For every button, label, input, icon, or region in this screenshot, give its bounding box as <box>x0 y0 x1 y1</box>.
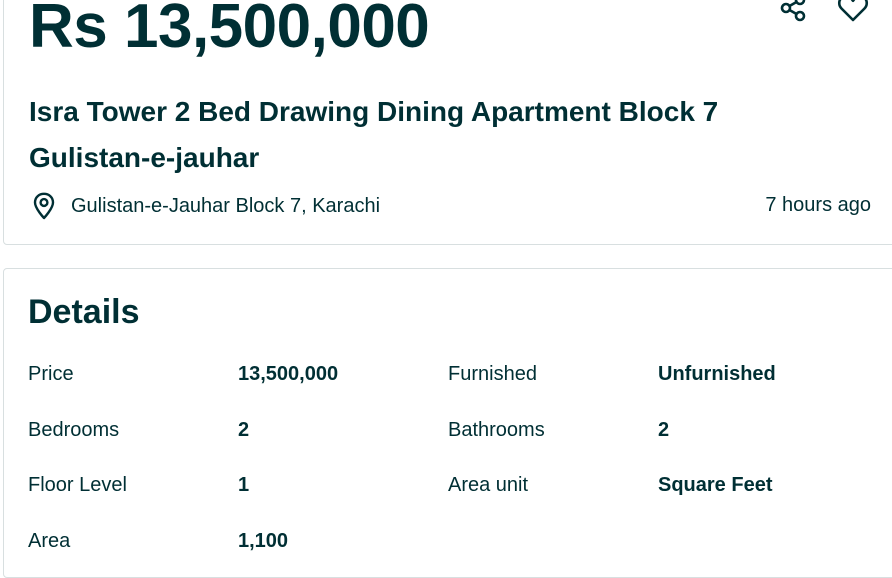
detail-label-area: Area <box>28 530 71 552</box>
details-row: Area 1,100 <box>4 526 892 556</box>
detail-value-bathrooms: 2 <box>658 419 670 441</box>
details-card: Details Price 13,500,000 Furnished Unfur… <box>3 268 892 578</box>
detail-label-area-unit: Area unit <box>448 474 529 496</box>
listing-location: Gulistan-e-Jauhar Block 7, Karachi <box>29 191 380 221</box>
details-row: Price 13,500,000 Furnished Unfurnished <box>4 359 892 389</box>
detail-value-bedrooms: 2 <box>238 419 250 441</box>
detail-value-price: 13,500,000 <box>238 363 339 385</box>
detail-label-bedrooms: Bedrooms <box>28 419 120 441</box>
detail-value-furnished: Unfurnished <box>658 363 776 385</box>
detail-value-floor-level: 1 <box>238 474 250 496</box>
details-row: Bedrooms 2 Bathrooms 2 <box>4 415 892 445</box>
posted-time: 7 hours ago <box>765 194 871 216</box>
location-text: Gulistan-e-Jauhar Block 7, Karachi <box>71 194 381 217</box>
detail-label-floor-level: Floor Level <box>28 474 127 496</box>
listing-price: Rs 13,500,000 <box>29 0 430 61</box>
detail-label-price: Price <box>28 363 74 385</box>
detail-label-furnished: Furnished <box>448 363 537 385</box>
listing-title: Isra Tower 2 Bed Drawing Dining Apartmen… <box>29 96 719 173</box>
details-heading: Details <box>28 293 140 331</box>
share-button[interactable] <box>776 0 810 25</box>
favorite-button[interactable] <box>836 0 870 25</box>
detail-value-area-unit: Square Feet <box>658 474 773 496</box>
location-pin-icon <box>29 191 59 221</box>
heart-icon <box>837 0 869 22</box>
listing-summary-card: Rs 13,500,000 Isra Tower 2 Bed Drawing D… <box>3 0 892 245</box>
details-row: Floor Level 1 Area unit Square Feet <box>4 470 892 500</box>
detail-label-bathrooms: Bathrooms <box>448 419 545 441</box>
detail-value-area: 1,100 <box>238 530 289 552</box>
share-icon <box>780 0 806 22</box>
